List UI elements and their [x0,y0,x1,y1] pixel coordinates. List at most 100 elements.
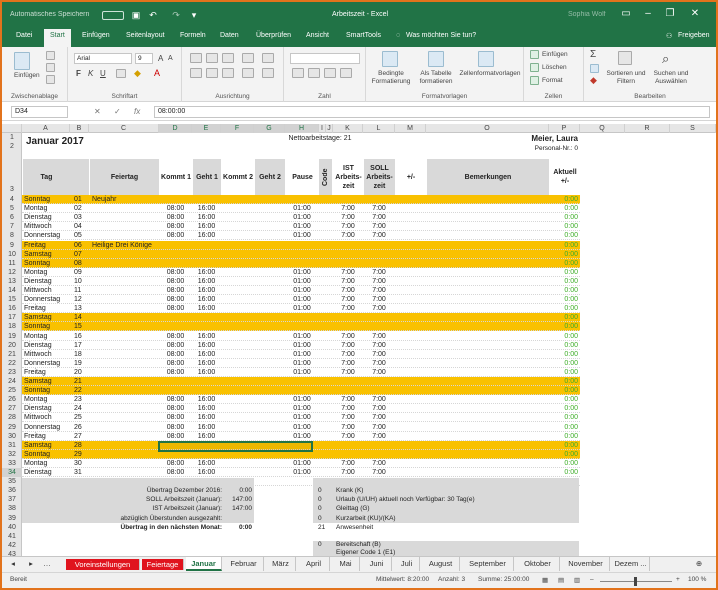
enter-icon[interactable]: ✓ [114,107,121,116]
cell-ist[interactable]: 7:00 [333,204,363,213]
cell-aktuell[interactable]: 0:00 [549,377,578,386]
align-center-icon[interactable] [206,68,218,78]
format-painter-icon[interactable] [46,75,55,84]
page-layout-icon[interactable]: ▤ [558,576,564,584]
row-header[interactable]: 21 [2,350,22,359]
cell-kommt1[interactable]: 08:00 [159,350,192,359]
cell-pause[interactable]: 01:00 [285,341,319,350]
cell-aktuell[interactable]: 0:00 [549,250,578,259]
cell-aktuell[interactable]: 0:00 [549,413,578,422]
row-header[interactable]: 6 [2,213,22,222]
cell-soll[interactable]: 7:00 [363,231,395,240]
row-header[interactable]: 4 [2,195,22,204]
cell-geht1[interactable]: 16:00 [192,213,221,222]
sheet-tab[interactable]: Oktober [516,557,560,571]
cell-day-number[interactable]: 08 [74,259,89,268]
cell-kommt1[interactable]: 08:00 [159,286,192,295]
cell-soll[interactable]: 7:00 [363,341,395,350]
cell-day-name[interactable]: Dienstag [24,213,70,222]
cell-geht1[interactable]: 16:00 [192,423,221,432]
cell-day-name[interactable]: Donnerstag [24,295,70,304]
cell-ist[interactable]: 7:00 [333,413,363,422]
row-header[interactable]: 31 [2,441,22,450]
cell-geht1[interactable]: 16:00 [192,204,221,213]
cell-ist[interactable]: 7:00 [333,213,363,222]
row-header[interactable]: 39 [2,514,22,523]
cell-soll[interactable]: 7:00 [363,277,395,286]
column-header[interactable]: F [221,124,254,133]
row-header[interactable]: 25 [2,386,22,395]
find-icon[interactable]: ⌕ [662,51,669,67]
cell-day-name[interactable]: Mittwoch [24,350,70,359]
cell-day-number[interactable]: 28 [74,441,89,450]
column-header[interactable]: C [89,124,159,133]
cell-aktuell[interactable]: 0:00 [549,423,578,432]
row-header[interactable]: 5 [2,204,22,213]
cell-soll[interactable]: 7:00 [363,459,395,468]
cell-day-name[interactable]: Freitag [24,432,70,441]
cell-kommt1[interactable]: 08:00 [159,341,192,350]
cell-day-name[interactable]: Mittwoch [24,222,70,231]
tab-einfuegen[interactable]: Einfügen [82,32,110,39]
tab-datei[interactable]: Datei [16,32,32,39]
cell-soll[interactable]: 7:00 [363,350,395,359]
sheet-tab[interactable]: Juni [362,557,392,571]
column-header[interactable]: P [549,124,580,133]
bold-icon[interactable]: F [76,69,81,78]
cell-day-number[interactable]: 30 [74,459,89,468]
row-header[interactable]: 14 [2,286,22,295]
cell-styles-icon[interactable] [478,51,494,67]
row-header[interactable]: 34 [2,468,22,477]
cell-soll[interactable]: 7:00 [363,222,395,231]
row-header[interactable]: 19 [2,332,22,341]
cell-day-number[interactable]: 19 [74,359,89,368]
cell-aktuell[interactable]: 0:00 [549,213,578,222]
cell-day-number[interactable]: 13 [74,304,89,313]
cell-geht1[interactable]: 16:00 [192,404,221,413]
cell-aktuell[interactable]: 0:00 [549,432,578,441]
cell-day-number[interactable]: 26 [74,423,89,432]
cell-pause[interactable]: 01:00 [285,368,319,377]
cell-aktuell[interactable]: 0:00 [549,459,578,468]
cell-day-number[interactable]: 22 [74,386,89,395]
tab-daten[interactable]: Daten [220,32,239,39]
cell-day-number[interactable]: 01 [74,195,89,204]
cell-geht1[interactable]: 16:00 [192,304,221,313]
column-header[interactable]: G [254,124,285,133]
cell-aktuell[interactable]: 0:00 [549,395,578,404]
cell-soll[interactable]: 7:00 [363,413,395,422]
page-break-icon[interactable]: ▥ [574,576,580,584]
sheet-tab[interactable]: September [462,557,514,571]
cell-day-number[interactable]: 03 [74,213,89,222]
cell-aktuell[interactable]: 0:00 [549,222,578,231]
row-header[interactable]: 35 [2,477,22,486]
cell-day-name[interactable]: Sonntag [24,450,70,459]
cell-pause[interactable]: 01:00 [285,404,319,413]
cell-day-number[interactable]: 10 [74,277,89,286]
cut-icon[interactable] [46,51,55,60]
cell-aktuell[interactable]: 0:00 [549,404,578,413]
cell-day-name[interactable]: Freitag [24,304,70,313]
cell-ist[interactable]: 7:00 [333,432,363,441]
cell-day-number[interactable]: 09 [74,268,89,277]
column-header[interactable]: I [319,124,326,133]
cell-day-number[interactable]: 21 [74,377,89,386]
cell-ist[interactable]: 7:00 [333,423,363,432]
cell-pause[interactable]: 01:00 [285,432,319,441]
select-all-corner[interactable] [2,124,22,133]
cell-geht1[interactable]: 16:00 [192,286,221,295]
cell-aktuell[interactable]: 0:00 [549,195,578,204]
maximize-icon[interactable]: ❐ [662,7,678,21]
cell-geht1[interactable]: 16:00 [192,432,221,441]
sheet-tab[interactable]: Dezem ... [612,557,650,571]
copy-icon[interactable] [46,63,55,72]
cell-kommt1[interactable]: 08:00 [159,295,192,304]
cell-day-number[interactable]: 25 [74,413,89,422]
sheet-tab[interactable]: August [422,557,460,571]
tab-scroll-right-icon[interactable]: ▸ [24,557,38,571]
cell-soll[interactable]: 7:00 [363,468,395,477]
cell-ist[interactable]: 7:00 [333,268,363,277]
cell-aktuell[interactable]: 0:00 [549,295,578,304]
row-header[interactable]: 33 [2,459,22,468]
cell-day-number[interactable]: 06 [74,241,89,250]
